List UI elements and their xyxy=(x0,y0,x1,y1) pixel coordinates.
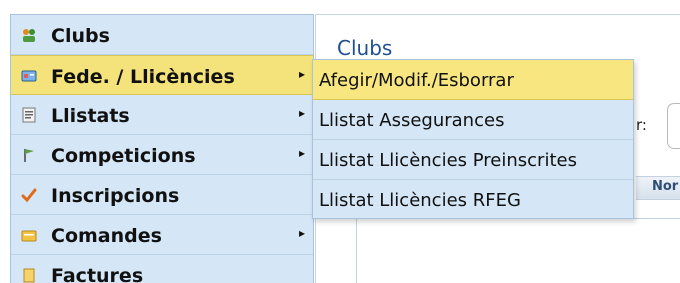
menu-label: Clubs xyxy=(51,25,110,47)
submenu-label: Llistat Llicències Preinscrites xyxy=(319,150,577,171)
menu-item-factures[interactable]: Factures xyxy=(11,255,313,283)
grid-header-label[interactable]: Nor xyxy=(652,179,678,194)
menu-item-comandes[interactable]: Comandes ▸ xyxy=(11,215,313,255)
menu-label: Inscripcions xyxy=(51,185,180,207)
search-input[interactable] xyxy=(667,103,680,149)
users-icon xyxy=(23,29,35,42)
chevron-right-icon: ▸ xyxy=(299,226,306,240)
menu-label: Comandes xyxy=(51,225,162,247)
menu-item-inscripcions[interactable]: Inscripcions xyxy=(11,175,313,215)
grid-body xyxy=(356,218,680,283)
menu-label: Factures xyxy=(51,265,144,283)
filter-label: r: xyxy=(636,116,647,134)
menu-label: Llistats xyxy=(51,105,130,127)
invoice-icon xyxy=(23,268,35,283)
submenu-label: Llistat Llicències RFEG xyxy=(319,190,521,211)
submenu-item-rfeg[interactable]: Llistat Llicències RFEG xyxy=(313,180,633,220)
menu-item-clubs[interactable]: Clubs xyxy=(11,15,313,55)
chevron-right-icon: ▸ xyxy=(299,146,306,160)
list-icon xyxy=(22,107,36,123)
flag-icon xyxy=(24,149,34,162)
page-title: Clubs xyxy=(337,36,393,60)
submenu-item-preinscrites[interactable]: Llistat Llicències Preinscrites xyxy=(313,140,633,180)
submenu-label: Llistat Assegurances xyxy=(319,110,505,131)
submenu-label: Afegir/Modif./Esborrar xyxy=(319,70,514,91)
check-icon xyxy=(21,188,37,203)
submenu-item-assegurances[interactable]: Llistat Assegurances xyxy=(313,100,633,140)
menu-item-fede-llicencies[interactable]: Fede. / Llicències ▸ xyxy=(11,55,313,95)
menu-label: Fede. / Llicències xyxy=(51,66,235,88)
menu-label: Competicions xyxy=(51,145,196,167)
chevron-right-icon: ▸ xyxy=(299,67,306,81)
menu-item-competicions[interactable]: Competicions ▸ xyxy=(11,135,313,175)
chevron-right-icon: ▸ xyxy=(299,106,306,120)
main-menu: Clubs Fede. / Llicències ▸ Llistats ▸ Co… xyxy=(10,14,314,283)
card-icon xyxy=(21,70,37,82)
cart-icon xyxy=(21,230,37,242)
submenu-item-afegir[interactable]: Afegir/Modif./Esborrar xyxy=(313,60,633,100)
menu-item-llistats[interactable]: Llistats ▸ xyxy=(11,95,313,135)
submenu-fede-llicencies: Afegir/Modif./Esborrar Llistat Asseguran… xyxy=(312,59,634,219)
